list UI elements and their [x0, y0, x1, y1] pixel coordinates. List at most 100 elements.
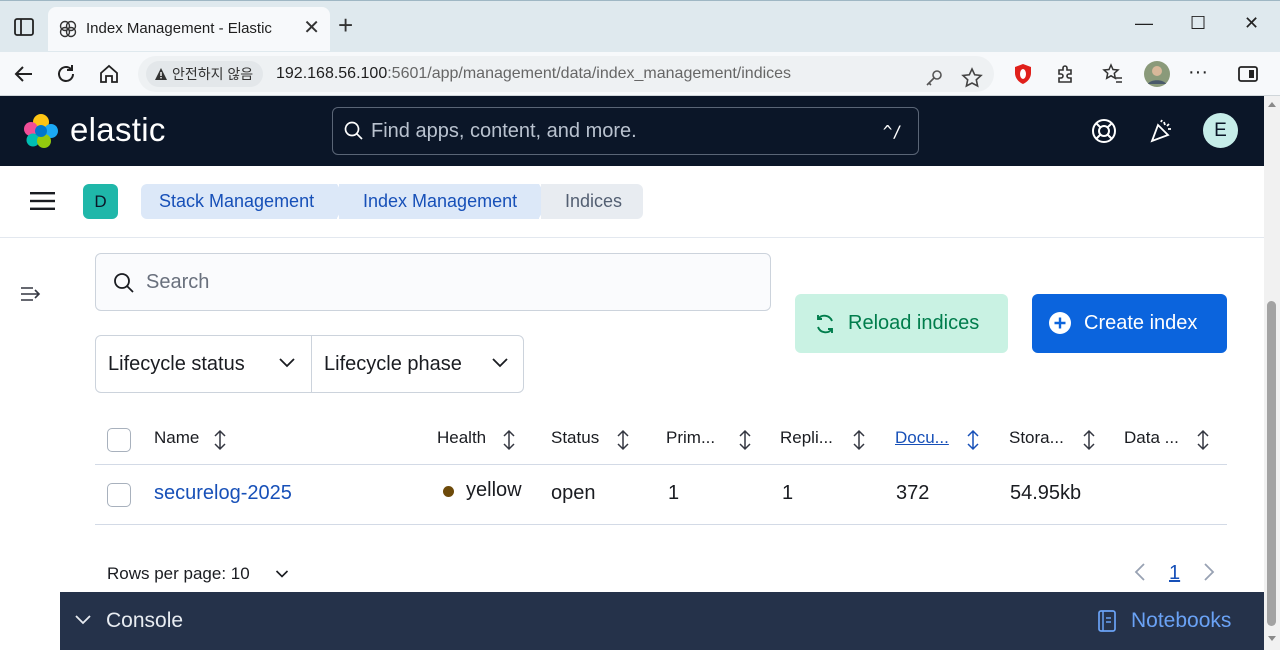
chevron-down-icon[interactable]: [74, 614, 92, 626]
sort-icon[interactable]: [212, 429, 228, 451]
tab-title: Index Management - Elastic: [86, 20, 272, 37]
menu-icon[interactable]: [30, 191, 55, 211]
breadcrumb-indices: Indices: [541, 184, 643, 219]
pagination-bar: Rows per page: 10 1: [95, 554, 1227, 584]
health-status-dot: [443, 486, 454, 497]
help-icon[interactable]: [1090, 117, 1118, 145]
browser-tab-bar: Index Management - Elastic ✕ + — ☐ ✕: [0, 0, 1280, 52]
storage-value: 54.95kb: [1010, 482, 1082, 504]
column-status[interactable]: Status: [551, 428, 599, 448]
chevron-down-icon[interactable]: [275, 569, 289, 579]
favorite-star-icon[interactable]: [960, 66, 984, 90]
index-search-box[interactable]: [95, 253, 771, 311]
next-page-icon[interactable]: [1202, 561, 1216, 583]
column-primaries[interactable]: Prim...: [666, 428, 715, 448]
breadcrumb-index-management[interactable]: Index Management: [339, 184, 539, 219]
lifecycle-status-label: Lifecycle status: [108, 353, 245, 375]
profile-avatar-icon[interactable]: [1143, 60, 1171, 88]
sort-icon[interactable]: [1081, 429, 1097, 451]
favorites-icon[interactable]: [1101, 62, 1125, 86]
sidebar-toggle-icon[interactable]: [1236, 62, 1260, 86]
documents-value: 372: [896, 482, 930, 504]
tab-actions-icon[interactable]: [12, 15, 36, 39]
global-search-input[interactable]: Find apps, content, and more. ^/: [332, 107, 919, 155]
close-window-button[interactable]: ✕: [1244, 13, 1259, 34]
refresh-icon[interactable]: [54, 62, 78, 86]
reload-indices-button[interactable]: Reload indices: [795, 294, 1008, 353]
url-text[interactable]: 192.168.56.100:5601/app/management/data/…: [276, 65, 791, 83]
expand-nav-icon[interactable]: [20, 285, 42, 303]
url-host: 192.168.56.100: [276, 65, 388, 82]
security-warning[interactable]: 안전하지 않음: [146, 61, 264, 87]
column-name[interactable]: Name: [154, 428, 199, 448]
column-health[interactable]: Health: [437, 428, 486, 448]
minimize-button[interactable]: —: [1135, 13, 1153, 34]
sort-icon[interactable]: [965, 429, 981, 451]
plus-circle-icon: [1049, 312, 1071, 334]
console-bar[interactable]: Console Notebooks: [60, 592, 1264, 650]
global-search-placeholder: Find apps, content, and more.: [371, 120, 637, 142]
home-icon[interactable]: [97, 62, 121, 86]
back-icon[interactable]: [12, 62, 36, 86]
rows-per-page-button[interactable]: Rows per page: 10: [107, 564, 250, 584]
primaries-value: 1: [668, 482, 680, 504]
previous-page-icon[interactable]: [1133, 561, 1147, 583]
scroll-down-arrow[interactable]: [1268, 636, 1276, 641]
sort-icon[interactable]: [615, 429, 631, 451]
notebooks-button[interactable]: Notebooks: [1131, 609, 1231, 633]
lifecycle-status-filter[interactable]: Lifecycle status: [108, 336, 310, 392]
url-path: :5601/app/management/data/index_manageme…: [387, 65, 792, 82]
create-index-button[interactable]: Create index: [1032, 294, 1227, 353]
breadcrumb-bar: D Stack Management Index Management Indi…: [0, 166, 1264, 238]
replicas-value: 1: [782, 482, 794, 504]
lifecycle-phase-label: Lifecycle phase: [324, 353, 462, 375]
new-tab-button[interactable]: +: [338, 12, 353, 38]
column-data-stream[interactable]: Data ...: [1124, 428, 1179, 448]
elastic-favicon-icon: [59, 20, 77, 38]
close-tab-icon[interactable]: ✕: [303, 17, 320, 39]
warning-icon: [155, 68, 167, 80]
more-menu-icon[interactable]: ···: [1188, 62, 1212, 86]
column-storage[interactable]: Stora...: [1009, 428, 1064, 448]
browser-tab-active[interactable]: Index Management - Elastic ✕: [48, 7, 330, 51]
breadcrumb-stack-management[interactable]: Stack Management: [141, 184, 337, 219]
index-search-input[interactable]: [146, 268, 746, 296]
index-name-link[interactable]: securelog-2025: [154, 482, 292, 505]
space-avatar[interactable]: D: [83, 184, 118, 219]
search-shortcut-badge: ^/: [882, 122, 902, 141]
security-label: 안전하지 않음: [172, 66, 254, 82]
page-number-button[interactable]: 1: [1169, 562, 1180, 585]
scrollbar-thumb[interactable]: [1267, 301, 1276, 626]
refresh-icon: [817, 314, 833, 334]
news-feed-icon[interactable]: [1148, 117, 1176, 145]
chevron-down-icon: [279, 358, 295, 368]
page-scrollbar[interactable]: [1264, 96, 1280, 650]
chevron-down-icon: [492, 358, 508, 368]
user-avatar[interactable]: E: [1203, 113, 1238, 148]
side-nav-rail: [0, 238, 60, 650]
search-icon: [344, 121, 363, 140]
kibana-header: elastic Find apps, content, and more. ^/: [0, 96, 1264, 166]
elastic-logo-icon[interactable]: [22, 112, 60, 150]
sort-icon[interactable]: [501, 429, 517, 451]
column-replicas[interactable]: Repli...: [780, 428, 833, 448]
column-documents[interactable]: Docu...: [895, 428, 949, 448]
table-row: securelog-2025 yellow open 1 1 372 54.95…: [95, 465, 1227, 525]
key-icon[interactable]: [922, 66, 946, 90]
lifecycle-phase-filter[interactable]: Lifecycle phase: [311, 336, 523, 392]
url-box[interactable]: 안전하지 않음 192.168.56.100:5601/app/manageme…: [138, 56, 994, 92]
console-label[interactable]: Console: [106, 609, 183, 633]
row-select-checkbox[interactable]: [107, 483, 131, 507]
sort-icon[interactable]: [851, 429, 867, 451]
select-all-checkbox[interactable]: [107, 428, 131, 452]
sort-icon[interactable]: [1195, 429, 1211, 451]
extension-shield-icon[interactable]: [1011, 62, 1035, 86]
scroll-up-arrow[interactable]: [1268, 102, 1276, 107]
maximize-button[interactable]: ☐: [1190, 13, 1206, 34]
lifecycle-filter-group: Lifecycle status Lifecycle phase: [95, 335, 524, 393]
status-value: open: [551, 482, 596, 504]
extensions-puzzle-icon[interactable]: [1054, 62, 1078, 86]
notebook-icon[interactable]: [1097, 609, 1117, 633]
sort-icon[interactable]: [737, 429, 753, 451]
search-icon: [114, 273, 134, 293]
